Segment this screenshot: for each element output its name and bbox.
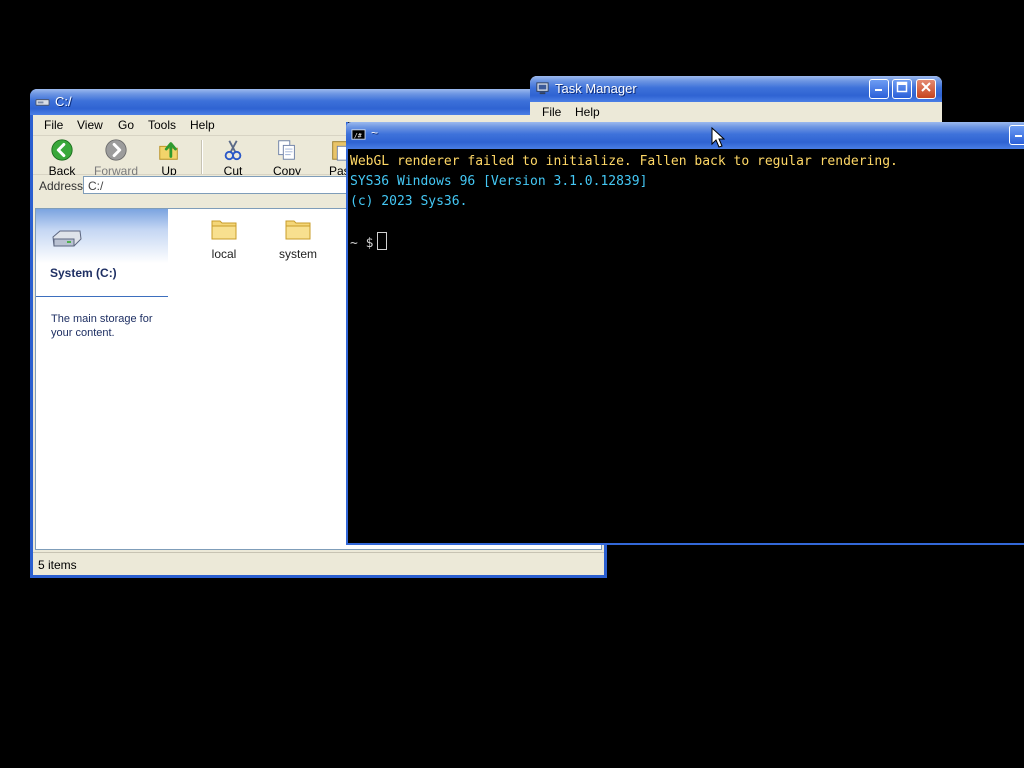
forward-arrow-icon [105, 139, 127, 161]
drive-description: The main storage for your content. [51, 313, 153, 339]
menu-view[interactable]: View [77, 118, 103, 132]
explorer-title: C:/ [55, 94, 72, 109]
back-button[interactable]: Back [37, 138, 87, 178]
item-count: 5 items [38, 558, 77, 572]
drive-icon [35, 99, 50, 106]
minimize-icon [875, 89, 882, 91]
task-manager-menubar: File Help [530, 102, 942, 123]
close-button[interactable] [916, 79, 936, 99]
minimize-button[interactable] [1009, 125, 1024, 145]
up-button[interactable]: Up [144, 138, 194, 178]
terminal-line-copyright: (c) 2023 Sys36. [350, 194, 468, 209]
details-pane: System (C:) The main storage for your co… [36, 209, 168, 549]
maximize-button[interactable] [892, 79, 912, 99]
computer-icon [536, 82, 549, 95]
status-bar: 5 items [33, 552, 604, 575]
svg-text:/#: /# [354, 131, 362, 139]
folder-up-icon [159, 142, 178, 160]
folder-label: system [278, 247, 317, 261]
close-icon [921, 82, 931, 92]
menu-go[interactable]: Go [118, 118, 134, 132]
copy-icon [278, 140, 295, 160]
terminal-titlebar[interactable]: /# ~ [346, 122, 1024, 149]
terminal-title: ~ [371, 126, 379, 140]
mouse-pointer-icon [711, 127, 725, 148]
copy-button[interactable]: Copy [262, 138, 312, 178]
toolbar-separator [201, 140, 203, 174]
terminal-icon: /# [351, 129, 366, 140]
folder-icon [285, 220, 311, 240]
minimize-icon [1015, 135, 1022, 137]
cut-button[interactable]: Cut [208, 138, 258, 178]
text-cursor[interactable] [377, 232, 388, 250]
hard-drive-icon [52, 230, 82, 247]
address-label: Address [39, 179, 84, 193]
folder-icon [211, 220, 237, 240]
menu-tools[interactable]: Tools [148, 118, 176, 132]
terminal-line-warning: WebGL renderer failed to initialize. Fal… [350, 154, 898, 169]
scissors-icon [224, 140, 242, 161]
terminal-prompt: ~ $ [350, 236, 374, 251]
menu-file[interactable]: File [44, 118, 63, 132]
terminal-line-version: SYS36 Windows 96 [Version 3.1.0.12839] [350, 174, 648, 189]
pane-divider [36, 296, 168, 297]
menu-file[interactable]: File [542, 105, 561, 119]
drive-name: System (C:) [50, 266, 117, 280]
back-arrow-icon [51, 139, 73, 161]
folder-system[interactable]: system [268, 217, 328, 261]
forward-button[interactable]: Forward [91, 138, 141, 178]
minimize-button[interactable] [869, 79, 889, 99]
task-manager-titlebar[interactable]: Task Manager [530, 76, 942, 102]
folder-label: local [211, 247, 237, 261]
terminal-window[interactable]: /# ~ WebGL renderer failed to initialize… [346, 122, 1024, 545]
maximize-icon [896, 81, 908, 93]
terminal-output[interactable]: WebGL renderer failed to initialize. Fal… [350, 152, 898, 254]
task-manager-title: Task Manager [555, 81, 637, 96]
menu-help[interactable]: Help [575, 105, 600, 119]
explorer-titlebar[interactable]: C:/ [30, 89, 607, 115]
menu-help[interactable]: Help [190, 118, 215, 132]
folder-local[interactable]: local [194, 217, 254, 261]
